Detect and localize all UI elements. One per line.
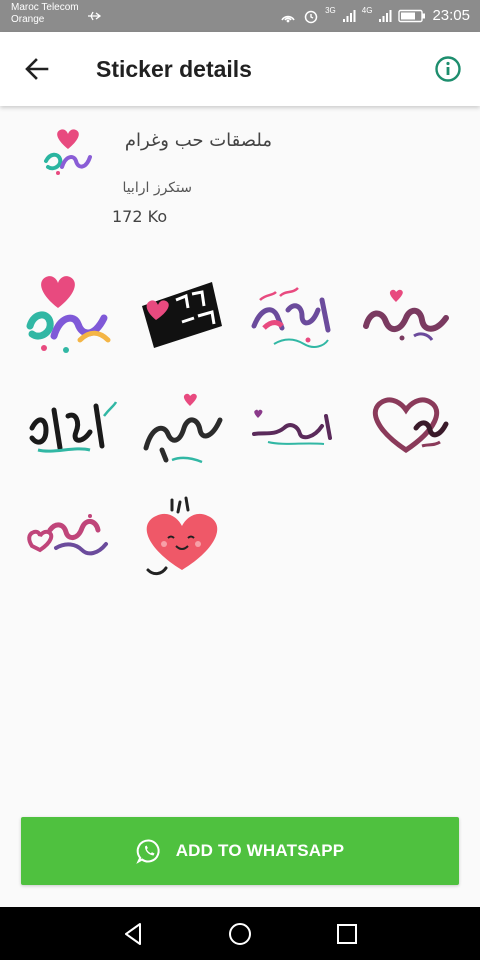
carrier-line-1: Maroc Telecom bbox=[11, 2, 79, 13]
pack-author: ستكرز ارابيا bbox=[122, 180, 192, 196]
sticker-5-image bbox=[29, 401, 118, 453]
sticker-9-image bbox=[27, 514, 108, 556]
add-to-whatsapp-button[interactable]: ADD TO WHATSAPP bbox=[21, 817, 459, 885]
sticker-1[interactable] bbox=[20, 266, 120, 362]
network-4g-label: 4G bbox=[361, 6, 373, 15]
sticker-8[interactable] bbox=[356, 376, 456, 472]
whatsapp-icon bbox=[135, 839, 160, 864]
sticker-5[interactable] bbox=[20, 376, 120, 472]
status-bar: Maroc Telecom Orange 3G 4G 23:05 bbox=[0, 0, 480, 32]
nav-recents-icon[interactable] bbox=[334, 921, 360, 947]
nav-home-icon[interactable] bbox=[227, 921, 253, 947]
sticker-3[interactable] bbox=[244, 266, 344, 362]
battery-icon bbox=[398, 9, 426, 22]
nav-back-icon[interactable] bbox=[120, 921, 146, 947]
sticker-10[interactable] bbox=[132, 486, 232, 582]
pack-size: 172 Ko bbox=[112, 207, 168, 226]
sticker-3-image bbox=[251, 287, 331, 348]
hotspot-icon bbox=[281, 15, 295, 22]
add-to-whatsapp-label: ADD TO WHATSAPP bbox=[175, 841, 345, 860]
pack-tray-icon bbox=[44, 129, 92, 175]
info-icon[interactable] bbox=[434, 55, 462, 83]
page-title: Sticker details bbox=[96, 56, 252, 82]
network-3g-label: 3G bbox=[325, 6, 336, 15]
pack-name: ملصقات حب وغرام bbox=[124, 130, 272, 151]
sticker-10-image bbox=[146, 496, 218, 576]
sticker-8-image bbox=[372, 397, 449, 454]
signal-icon-1 bbox=[342, 9, 356, 22]
app-bar: Sticker details bbox=[0, 32, 480, 106]
signal-icon-2 bbox=[379, 9, 392, 22]
sticker-4-image bbox=[363, 289, 449, 341]
sticker-4[interactable] bbox=[356, 266, 456, 362]
sticker-6-image bbox=[143, 393, 223, 464]
sticker-9[interactable] bbox=[20, 486, 120, 582]
sticker-1-image bbox=[26, 276, 111, 353]
system-nav-bar bbox=[0, 907, 480, 960]
sticker-7[interactable] bbox=[244, 376, 344, 472]
alarm-icon bbox=[304, 10, 318, 23]
carrier-line-2: Orange bbox=[11, 14, 45, 25]
clock: 23:05 bbox=[432, 7, 470, 24]
arrow-back-icon[interactable] bbox=[22, 54, 52, 84]
usb-icon bbox=[88, 11, 102, 21]
sticker-6[interactable] bbox=[132, 376, 232, 472]
sticker-7-image bbox=[252, 409, 332, 445]
sticker-2[interactable] bbox=[132, 266, 232, 362]
sticker-2-image bbox=[142, 282, 222, 348]
carrier-label: Maroc Telecom Orange bbox=[11, 2, 79, 26]
